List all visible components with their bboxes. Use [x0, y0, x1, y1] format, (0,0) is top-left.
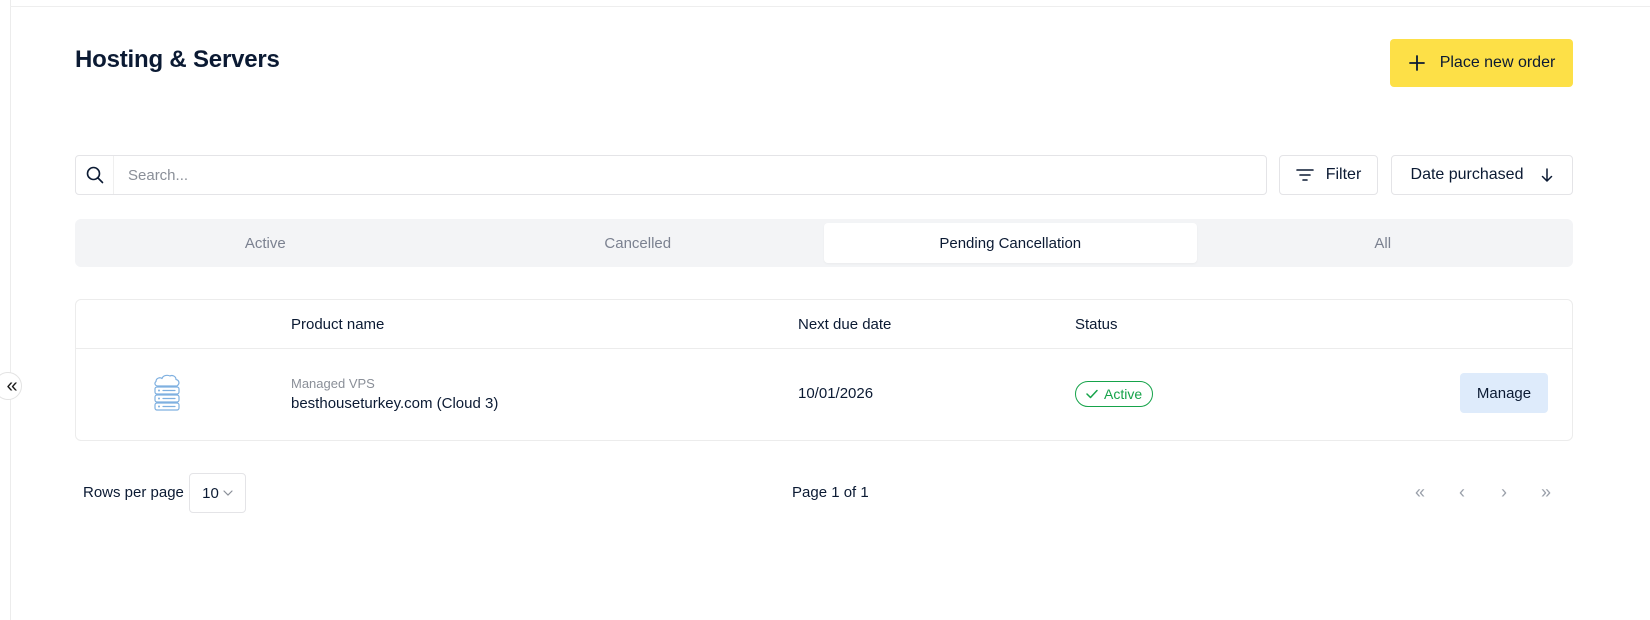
product-name: besthouseturkey.com (Cloud 3) [291, 395, 499, 412]
search-bar [75, 155, 1267, 195]
previous-page-button[interactable]: ‹ [1452, 481, 1472, 503]
filter-button[interactable]: Filter [1279, 155, 1378, 195]
first-page-button[interactable]: « [1410, 481, 1430, 503]
page-info: Page 1 of 1 [792, 484, 869, 501]
tab-active[interactable]: Active [79, 223, 452, 263]
chevron-down-icon [223, 490, 233, 496]
arrow-down-icon [1542, 168, 1553, 182]
status-tabs: Active Cancelled Pending Cancellation Al… [75, 219, 1573, 267]
next-due-date: 10/01/2026 [798, 385, 874, 402]
top-divider [10, 6, 1650, 7]
table-row: Managed VPS besthouseturkey.com (Cloud 3… [76, 349, 1572, 441]
status-label: Active [1104, 386, 1143, 402]
manage-button[interactable]: Manage [1460, 373, 1548, 413]
rows-per-page-value: 10 [202, 484, 219, 502]
rows-per-page-label: Rows per page [83, 484, 184, 501]
services-table: Product name Next due date Status Manage… [75, 299, 1573, 441]
filter-label: Filter [1325, 166, 1362, 183]
sort-dropdown[interactable]: Date purchased [1391, 155, 1573, 195]
plus-icon [1408, 55, 1425, 71]
product-type: Managed VPS [291, 376, 375, 391]
check-icon [1086, 389, 1098, 399]
column-header-status: Status [1075, 316, 1118, 333]
sort-label: Date purchased [1410, 166, 1524, 183]
tab-pending-cancellation[interactable]: Pending Cancellation [824, 223, 1197, 263]
column-header-product-name: Product name [291, 316, 385, 333]
chevron-right-icon: › [1501, 481, 1507, 502]
place-new-order-label: Place new order [1439, 54, 1556, 71]
cloud-server-icon [154, 374, 180, 411]
filter-icon [1295, 169, 1314, 181]
double-chevron-left-icon: « [6, 375, 18, 397]
table-header: Product name Next due date Status [76, 300, 1572, 349]
sidebar-edge [10, 0, 11, 620]
tab-cancelled[interactable]: Cancelled [452, 223, 825, 263]
tab-all[interactable]: All [1197, 223, 1570, 263]
double-chevron-left-icon: « [1414, 481, 1425, 502]
next-page-button[interactable]: › [1494, 481, 1514, 503]
sidebar-collapse-button[interactable]: « [0, 372, 22, 400]
column-header-next-due-date: Next due date [798, 316, 892, 333]
search-icon [76, 156, 114, 194]
chevron-left-icon: ‹ [1459, 481, 1465, 502]
page-title: Hosting & Servers [75, 46, 280, 73]
last-page-button[interactable]: » [1536, 481, 1556, 503]
place-new-order-button[interactable]: Place new order [1390, 39, 1573, 87]
rows-per-page-select[interactable]: 10 [189, 473, 246, 513]
search-input[interactable] [114, 157, 1266, 193]
double-chevron-right-icon: » [1540, 481, 1551, 502]
status-badge: Active [1075, 381, 1154, 407]
